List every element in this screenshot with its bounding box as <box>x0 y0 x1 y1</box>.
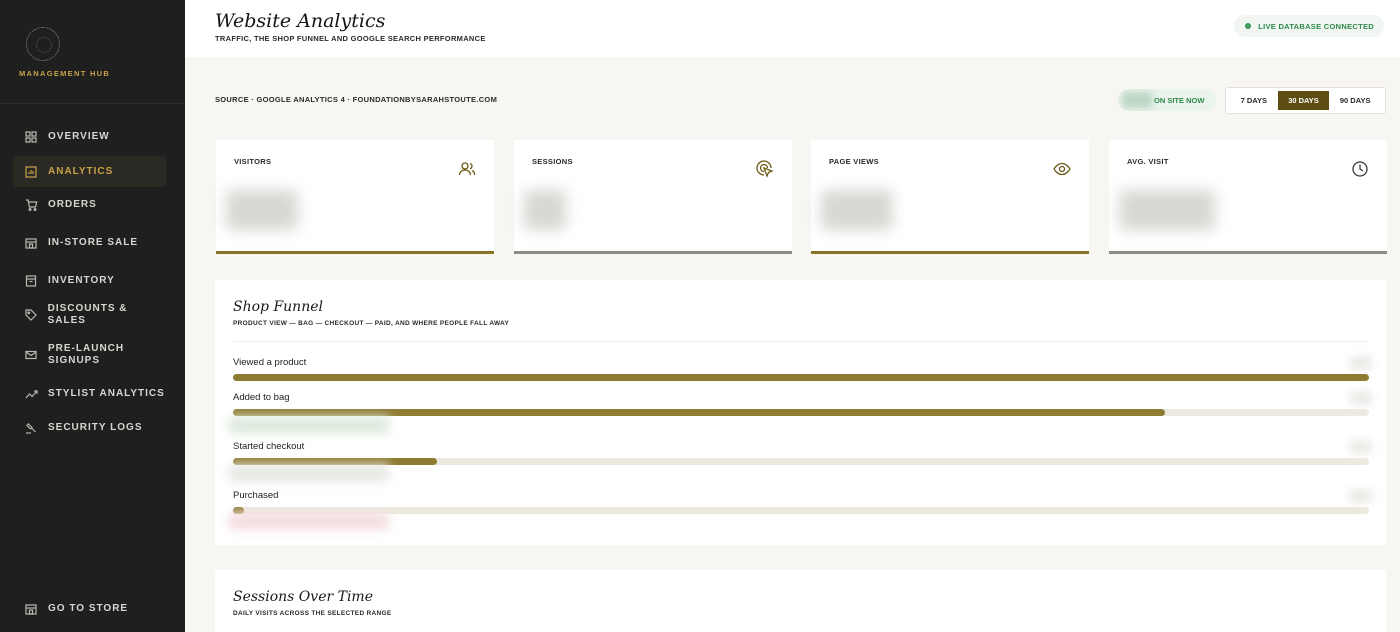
funnel-step-fill <box>233 374 1369 381</box>
status-dot-icon <box>1245 23 1252 29</box>
sidebar-item-in-store-sale[interactable]: IN-STORE SALE <box>13 233 166 253</box>
funnel-step-bar <box>233 409 1369 416</box>
grid-icon <box>24 130 38 144</box>
sessions-over-time-card: Sessions Over Time DAILY VISITS ACROSS T… <box>215 570 1386 632</box>
redacted-rate <box>229 416 389 434</box>
redacted-value <box>524 190 566 230</box>
redacted-count <box>1350 489 1372 503</box>
funnel-step-label: Viewed a product <box>233 357 307 368</box>
sidebar-item-label: OVERVIEW <box>48 131 110 142</box>
clock-icon <box>1351 160 1369 178</box>
storefront-icon <box>24 236 38 250</box>
go-to-store-link[interactable]: GO TO STORE <box>13 599 166 619</box>
sidebar-item-discounts[interactable]: DISCOUNTS & SALES <box>13 303 166 326</box>
redacted-count <box>1350 391 1372 405</box>
sidebar-item-pre-launch-signups[interactable]: PRE-LAUNCH SIGNUPS <box>13 342 166 368</box>
funnel-step-fill <box>233 409 1165 416</box>
page-title: Website Analytics <box>215 10 386 32</box>
storefront-icon <box>24 602 38 616</box>
chart-box-icon <box>24 165 38 179</box>
redacted-value <box>1119 190 1215 230</box>
sidebar-item-stylist-analytics[interactable]: STYLIST ANALYTICS <box>13 384 166 404</box>
gavel-icon <box>24 421 38 435</box>
live-status-text: LIVE DATABASE CONNECTED <box>1258 21 1374 31</box>
brand-logo[interactable] <box>26 27 60 61</box>
sessions-title: Sessions Over Time <box>233 589 373 605</box>
kpi-label: SESSIONS <box>532 157 573 166</box>
funnel-step-label: Added to bag <box>233 392 290 403</box>
redacted-count <box>1350 356 1372 370</box>
redacted-count <box>1350 440 1372 454</box>
funnel-step-bar <box>233 374 1369 381</box>
cursor-click-icon <box>756 160 774 178</box>
page-subtitle: TRAFFIC, THE SHOP FUNNEL AND GOOGLE SEAR… <box>215 34 486 43</box>
funnel-title: Shop Funnel <box>233 299 323 315</box>
tag-icon <box>24 308 38 322</box>
sidebar-item-label: DISCOUNTS & SALES <box>47 303 128 326</box>
funnel-step-bar <box>233 458 1369 465</box>
kpi-label: AVG. VISIT <box>1127 157 1169 166</box>
mail-icon <box>24 348 38 362</box>
eye-icon <box>1053 160 1071 178</box>
range-7-days-button[interactable]: 7 DAYS <box>1230 91 1278 110</box>
sidebar-item-label: ORDERS <box>48 199 97 210</box>
date-range-selector: 7 DAYS 30 DAYS 90 DAYS <box>1225 87 1386 114</box>
cart-icon <box>24 198 38 212</box>
range-90-days-button[interactable]: 90 DAYS <box>1329 91 1381 110</box>
sidebar-item-analytics[interactable]: ANALYTICS <box>13 156 166 187</box>
funnel-step-bar <box>233 507 1369 514</box>
kpi-card-page-views: PAGE VIEWS <box>811 140 1089 254</box>
page-header: Website Analytics TRAFFIC, THE SHOP FUNN… <box>185 0 1400 57</box>
sidebar-item-label: ANALYTICS <box>48 165 114 177</box>
trend-icon <box>24 387 38 401</box>
brand: MANAGEMENT HUB <box>0 0 185 104</box>
users-icon <box>458 160 476 178</box>
kpi-label: VISITORS <box>234 157 272 166</box>
brand-label: MANAGEMENT HUB <box>19 69 111 78</box>
funnel-step-label: Purchased <box>233 490 279 501</box>
redacted-value <box>226 190 298 230</box>
redacted-rate <box>229 512 389 530</box>
go-to-store-label: GO TO STORE <box>48 603 129 614</box>
kpi-card-visitors: VISITORS <box>216 140 494 254</box>
on-site-now-badge: ON SITE NOW <box>1118 89 1216 111</box>
sidebar-item-security-logs[interactable]: SECURITY LOGS <box>13 418 166 438</box>
kpi-card-sessions: SESSIONS <box>514 140 792 254</box>
sidebar: MANAGEMENT HUB OVERVIEW ANALYTICS ORDERS… <box>0 0 185 632</box>
funnel-step-label: Started checkout <box>233 441 305 452</box>
sidebar-item-inventory[interactable]: INVENTORY <box>13 271 166 291</box>
sidebar-item-label: IN-STORE SALE <box>48 237 139 248</box>
sessions-subtitle: DAILY VISITS ACROSS THE SELECTED RANGE <box>233 610 392 617</box>
redacted-count <box>1122 92 1152 108</box>
sidebar-item-label: SECURITY LOGS <box>48 422 143 433</box>
on-site-now-label: ON SITE NOW <box>1154 96 1205 105</box>
divider <box>233 341 1368 342</box>
sidebar-item-label: STYLIST ANALYTICS <box>48 388 165 399</box>
shop-funnel-card: Shop Funnel PRODUCT VIEW — BAG — CHECKOU… <box>215 280 1386 545</box>
kpi-card-avg-visit: AVG. VISIT <box>1109 140 1387 254</box>
data-source-label: SOURCE · GOOGLE ANALYTICS 4 · FOUNDATION… <box>215 95 498 104</box>
funnel-subtitle: PRODUCT VIEW — BAG — CHECKOUT — PAID, AN… <box>233 320 510 327</box>
range-30-days-button[interactable]: 30 DAYS <box>1277 91 1330 110</box>
box-icon <box>24 274 38 288</box>
sidebar-item-orders[interactable]: ORDERS <box>13 195 166 215</box>
live-status-badge: LIVE DATABASE CONNECTED <box>1234 15 1384 37</box>
redacted-value <box>821 190 893 230</box>
redacted-rate <box>229 464 389 482</box>
kpi-label: PAGE VIEWS <box>829 157 879 166</box>
sidebar-item-overview[interactable]: OVERVIEW <box>13 127 166 147</box>
sidebar-item-label: PRE-LAUNCH SIGNUPS <box>48 343 125 366</box>
sidebar-item-label: INVENTORY <box>48 275 115 286</box>
